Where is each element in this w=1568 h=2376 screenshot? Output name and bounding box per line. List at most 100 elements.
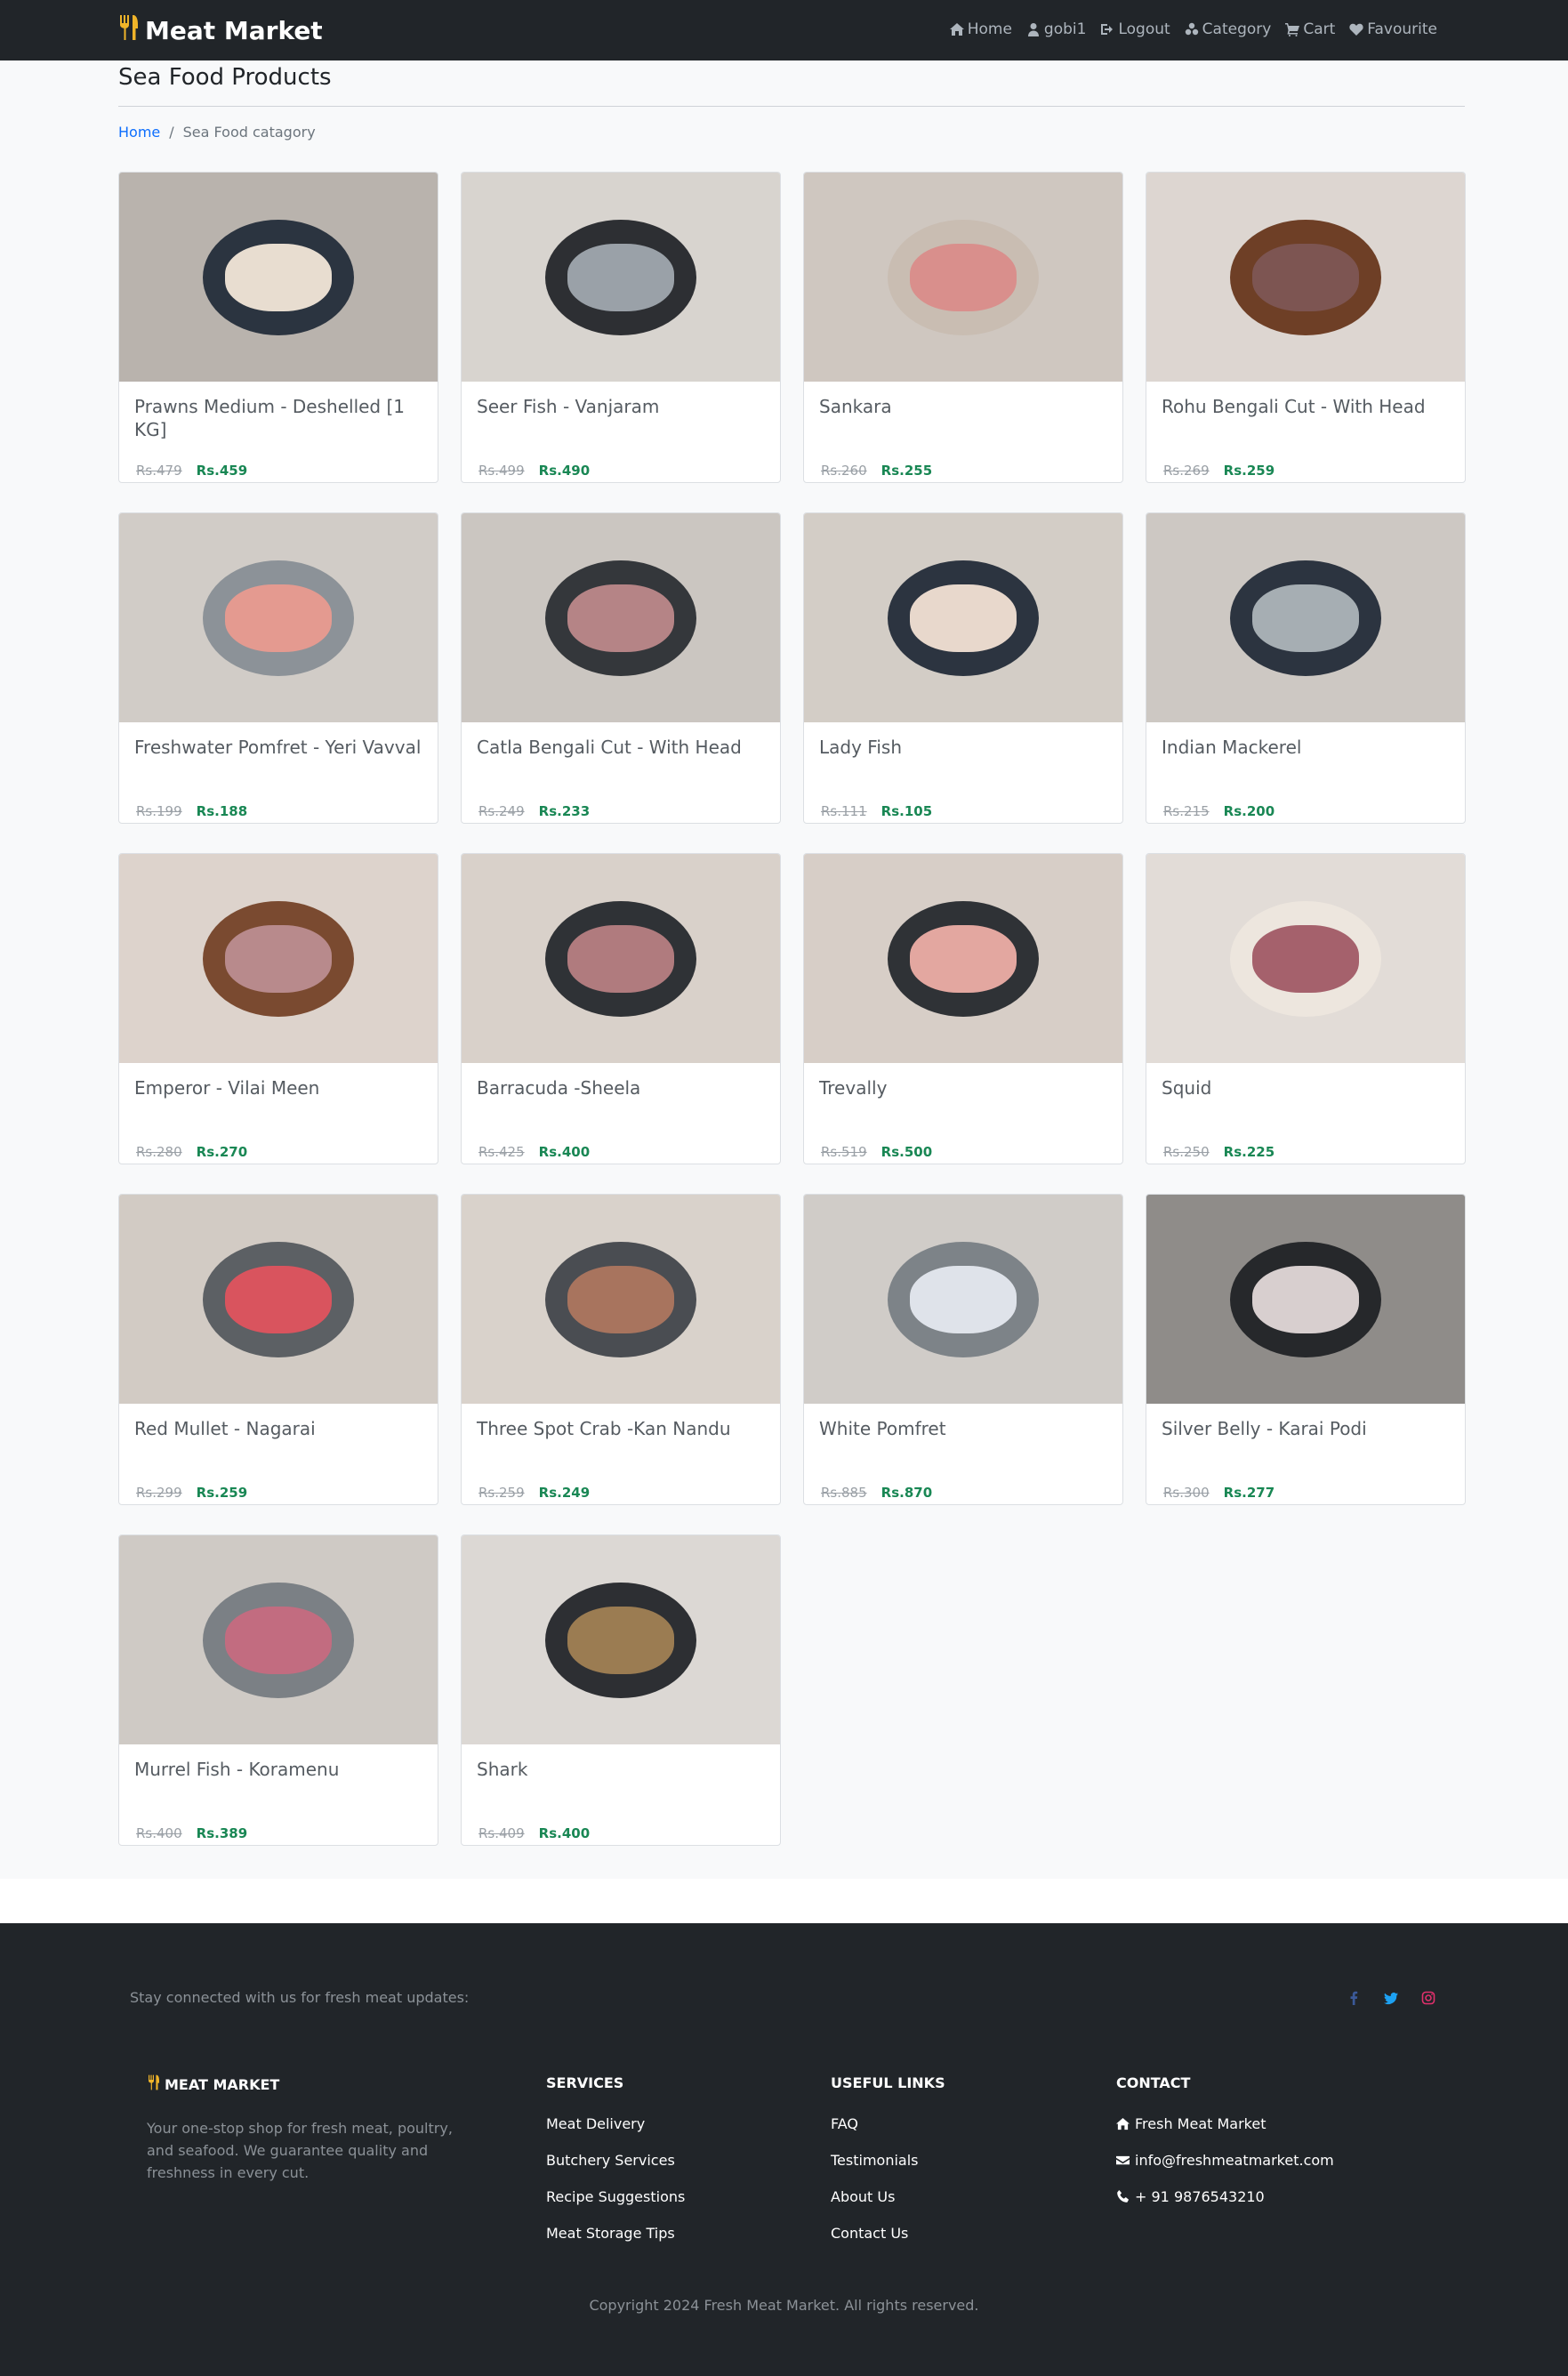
product-name[interactable]: Lady Fish	[819, 736, 1109, 759]
product-image[interactable]	[462, 513, 780, 722]
product-name[interactable]: Sankara	[819, 395, 1109, 418]
footer-service-link[interactable]: Meat Delivery	[546, 2114, 685, 2133]
product-food	[567, 584, 674, 652]
nav-home[interactable]: Home	[949, 20, 1012, 38]
product-image[interactable]	[462, 854, 780, 1063]
product-food	[567, 924, 674, 993]
product-price: Rs.249	[538, 1485, 591, 1501]
footer-service-link[interactable]: Butchery Services	[546, 2151, 685, 2170]
product-name[interactable]: Indian Mackerel	[1162, 736, 1451, 759]
product-card[interactable]: White Pomfret Rs.885 Rs.870	[803, 1194, 1123, 1505]
facebook-icon[interactable]	[1345, 1989, 1363, 2007]
product-name[interactable]: Silver Belly - Karai Podi	[1162, 1417, 1451, 1440]
product-image[interactable]	[462, 173, 780, 382]
product-image[interactable]	[1146, 173, 1465, 382]
product-image[interactable]	[462, 1535, 780, 1744]
product-image[interactable]	[804, 513, 1122, 722]
product-name[interactable]: Barracuda -Sheela	[477, 1076, 767, 1099]
product-image[interactable]	[462, 1195, 780, 1404]
footer-spacer	[0, 1879, 1568, 1923]
product-card[interactable]: Indian Mackerel Rs.215 Rs.200	[1146, 512, 1466, 824]
nav-logout-label: Logout	[1118, 20, 1170, 38]
footer-useful-links-heading: USEFUL LINKS	[831, 2074, 945, 2091]
product-name[interactable]: Murrel Fish - Koramenu	[134, 1758, 424, 1781]
product-old-price: Rs.215	[1163, 803, 1210, 819]
product-prices: Rs.199 Rs.188	[136, 803, 247, 819]
product-image[interactable]	[804, 854, 1122, 1063]
breadcrumb-separator: /	[169, 124, 174, 141]
product-image[interactable]	[1146, 1195, 1465, 1404]
product-price: Rs.255	[880, 463, 933, 479]
product-image[interactable]	[804, 173, 1122, 382]
product-card[interactable]: Barracuda -Sheela Rs.425 Rs.400	[461, 853, 781, 1164]
nav-logout[interactable]: Logout	[1100, 20, 1170, 38]
product-image[interactable]	[119, 513, 438, 722]
product-old-price: Rs.259	[478, 1485, 525, 1501]
product-name[interactable]: Catla Bengali Cut - With Head	[477, 736, 767, 759]
product-card[interactable]: Rohu Bengali Cut - With Head Rs.269 Rs.259	[1146, 172, 1466, 483]
nav-category[interactable]: Category	[1185, 20, 1271, 38]
product-image[interactable]	[119, 173, 438, 382]
footer-contact: CONTACT Fresh Meat Market info@freshmeat…	[1116, 2074, 1334, 2224]
footer-useful-link[interactable]: Contact Us	[831, 2224, 945, 2243]
product-card[interactable]: Freshwater Pomfret - Yeri Vavval Rs.199 Rs…	[118, 512, 438, 824]
product-food	[567, 243, 674, 311]
product-image[interactable]	[119, 1195, 438, 1404]
product-name[interactable]: Trevally	[819, 1076, 1109, 1099]
product-price: Rs.233	[538, 803, 591, 819]
nav-favourite[interactable]: Favourite	[1349, 20, 1437, 38]
product-image[interactable]	[804, 1195, 1122, 1404]
product-name[interactable]: Emperor - Vilai Meen	[134, 1076, 424, 1099]
product-card[interactable]: Squid Rs.250 Rs.225	[1146, 853, 1466, 1164]
brand-logo[interactable]: Meat Market	[118, 14, 323, 47]
product-price: Rs.225	[1223, 1144, 1275, 1160]
product-card[interactable]: Trevally Rs.519 Rs.500	[803, 853, 1123, 1164]
product-card[interactable]: Red Mullet - Nagarai Rs.299 Rs.259	[118, 1194, 438, 1505]
product-card[interactable]: Lady Fish Rs.111 Rs.105	[803, 512, 1123, 824]
product-card[interactable]: Sankara Rs.260 Rs.255	[803, 172, 1123, 483]
product-old-price: Rs.199	[136, 803, 182, 819]
product-image[interactable]	[119, 1535, 438, 1744]
footer-useful-link[interactable]: About Us	[831, 2187, 945, 2206]
product-name[interactable]: Prawns Medium - Deshelled [1 KG]	[134, 395, 424, 441]
product-card[interactable]: Murrel Fish - Koramenu Rs.400 Rs.389	[118, 1534, 438, 1846]
footer-about-text: Your one-stop shop for fresh meat, poult…	[147, 2120, 453, 2181]
product-card[interactable]: Emperor - Vilai Meen Rs.280 Rs.270	[118, 853, 438, 1164]
product-name[interactable]: Squid	[1162, 1076, 1451, 1099]
product-name[interactable]: Shark	[477, 1758, 767, 1781]
product-card[interactable]: Silver Belly - Karai Podi Rs.300 Rs.277	[1146, 1194, 1466, 1505]
product-old-price: Rs.269	[1163, 463, 1210, 479]
product-price: Rs.270	[196, 1144, 248, 1160]
footer-contact-email[interactable]: info@freshmeatmarket.com	[1116, 2151, 1334, 2170]
instagram-icon[interactable]	[1419, 1989, 1437, 2007]
stay-connected-text: Stay connected with us for fresh meat up…	[130, 1989, 470, 2006]
footer-about-title: MEAT MARKET	[165, 2075, 280, 2093]
footer-service-link[interactable]: Meat Storage Tips	[546, 2224, 685, 2243]
twitter-icon[interactable]	[1382, 1989, 1400, 2007]
footer-service-link[interactable]: Recipe Suggestions	[546, 2187, 685, 2206]
footer-useful-link[interactable]: FAQ	[831, 2114, 945, 2133]
product-name[interactable]: Freshwater Pomfret - Yeri Vavval	[134, 736, 424, 759]
product-card[interactable]: Three Spot Crab -Kan Nandu Rs.259 Rs.249	[461, 1194, 781, 1505]
nav-user[interactable]: gobi1	[1026, 20, 1087, 38]
product-name[interactable]: Rohu Bengali Cut - With Head	[1162, 395, 1451, 418]
title-divider	[118, 106, 1465, 107]
footer-contact-phone[interactable]: + 91 9876543210	[1116, 2187, 1334, 2206]
product-image[interactable]	[1146, 854, 1465, 1063]
footer-useful-link[interactable]: Testimonials	[831, 2151, 945, 2170]
nav-user-label: gobi1	[1043, 20, 1087, 38]
product-name[interactable]: Seer Fish - Vanjaram	[477, 395, 767, 418]
product-card[interactable]: Prawns Medium - Deshelled [1 KG] Rs.479 Rs…	[118, 172, 438, 483]
product-card[interactable]: Shark Rs.409 Rs.400	[461, 1534, 781, 1846]
product-name[interactable]: White Pomfret	[819, 1417, 1109, 1440]
product-prices: Rs.519 Rs.500	[821, 1144, 932, 1160]
product-card[interactable]: Seer Fish - Vanjaram Rs.499 Rs.490	[461, 172, 781, 483]
product-name[interactable]: Red Mullet - Nagarai	[134, 1417, 424, 1440]
cart-icon	[1285, 23, 1300, 36]
product-image[interactable]	[119, 854, 438, 1063]
product-card[interactable]: Catla Bengali Cut - With Head Rs.249 Rs.23…	[461, 512, 781, 824]
nav-cart[interactable]: Cart	[1285, 20, 1335, 38]
product-image[interactable]	[1146, 513, 1465, 722]
breadcrumb-home[interactable]: Home	[118, 124, 160, 141]
product-name[interactable]: Three Spot Crab -Kan Nandu	[477, 1417, 767, 1440]
